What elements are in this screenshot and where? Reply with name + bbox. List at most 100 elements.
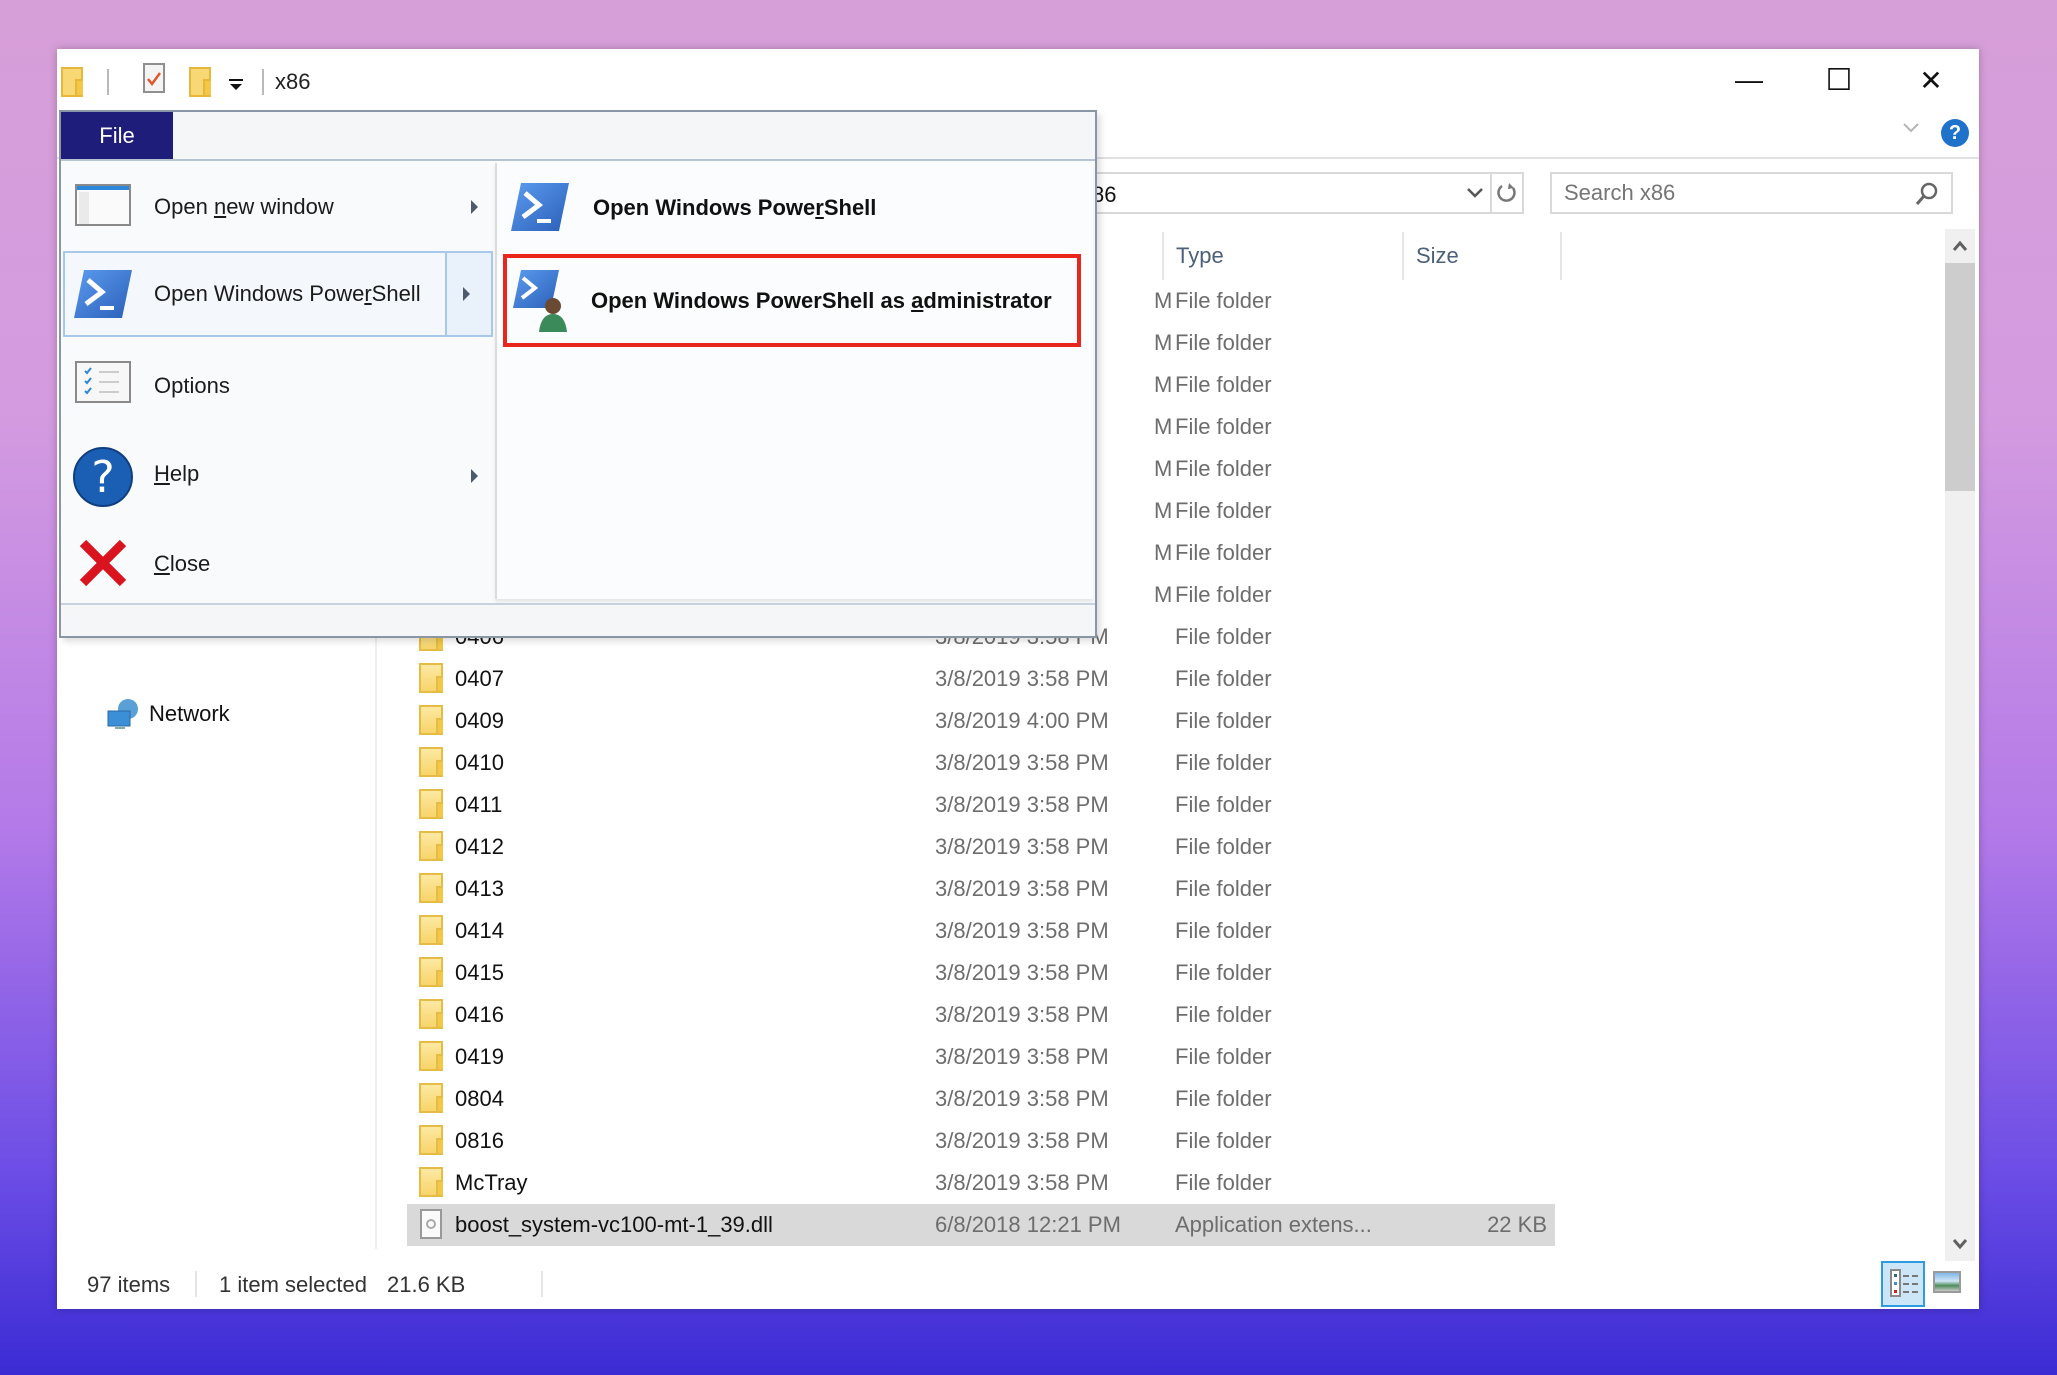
menu-item-open-new-window[interactable]: Open new window xyxy=(63,164,493,250)
folder-icon xyxy=(419,957,443,987)
file-row[interactable]: 0410 3/8/2019 3:58 PM File folder xyxy=(407,742,1555,784)
file-type: File folder xyxy=(1175,666,1272,691)
file-row[interactable]: 0816 3/8/2019 3:58 PM File folder xyxy=(407,1120,1555,1162)
ribbon-collapse-button[interactable] xyxy=(1902,121,1920,139)
column-divider[interactable] xyxy=(1560,232,1562,280)
scroll-up-button[interactable] xyxy=(1945,229,1975,263)
file-type: File folder xyxy=(1175,834,1272,859)
file-size: 22 KB xyxy=(1487,1212,1547,1237)
column-header-size[interactable]: Size xyxy=(1416,243,1459,269)
maximize-button[interactable]: ☐ xyxy=(1794,50,1884,110)
file-row[interactable]: 0412 3/8/2019 3:58 PM File folder xyxy=(407,826,1555,868)
folder-icon xyxy=(419,789,443,819)
separator xyxy=(107,69,109,95)
scroll-down-button[interactable] xyxy=(1945,1227,1975,1261)
column-divider[interactable] xyxy=(1402,232,1404,280)
file-date: M xyxy=(1154,498,1173,523)
file-row[interactable]: 0804 3/8/2019 3:58 PM File folder xyxy=(407,1078,1555,1120)
file-type: File folder xyxy=(1175,1044,1272,1069)
file-type: File folder xyxy=(1175,708,1272,733)
file-date: 3/8/2019 3:58 PM xyxy=(935,876,1109,901)
search-box[interactable] xyxy=(1550,172,1953,214)
new-folder-icon[interactable] xyxy=(189,67,211,97)
menu-item-close[interactable]: Close xyxy=(63,519,493,605)
column-header-type[interactable]: Type xyxy=(1176,243,1224,269)
menu-item-label: Help xyxy=(154,461,200,486)
submenu-item-open-powershell[interactable]: Open Windows PowerShell xyxy=(501,167,1087,247)
large-icons-view-button[interactable] xyxy=(1933,1271,1961,1293)
window-icon xyxy=(75,184,131,226)
customize-dropdown-icon[interactable] xyxy=(229,79,243,93)
folder-icon xyxy=(419,705,443,735)
file-date: 3/8/2019 3:58 PM xyxy=(935,960,1109,985)
file-date: 3/8/2019 3:58 PM xyxy=(935,1086,1109,1111)
submenu-arrow-icon xyxy=(471,200,478,214)
folder-icon xyxy=(419,915,443,945)
details-view-button[interactable] xyxy=(1881,1261,1925,1307)
file-type: File folder xyxy=(1175,624,1272,649)
file-name: 0412 xyxy=(455,834,504,859)
properties-icon[interactable] xyxy=(143,63,165,93)
submenu-arrow-icon xyxy=(463,287,470,301)
file-date: 3/8/2019 3:58 PM xyxy=(935,918,1109,943)
file-type: File folder xyxy=(1175,1086,1272,1111)
file-name: 0410 xyxy=(455,750,504,775)
scroll-thumb[interactable] xyxy=(1945,263,1975,491)
file-date: 6/8/2018 12:21 PM xyxy=(935,1212,1121,1237)
file-tab[interactable]: File xyxy=(61,112,173,159)
file-date: 3/8/2019 3:58 PM xyxy=(935,1044,1109,1069)
file-row[interactable]: boost_system-vc100-mt-1_39.dll 6/8/2018 1… xyxy=(407,1204,1555,1246)
file-type: File folder xyxy=(1175,876,1272,901)
minimize-button[interactable]: — xyxy=(1704,50,1794,110)
refresh-button[interactable] xyxy=(1494,180,1522,208)
submenu-expand-button[interactable] xyxy=(445,251,493,337)
help-button[interactable]: ? xyxy=(1941,119,1969,147)
file-name: boost_system-vc100-mt-1_39.dll xyxy=(455,1212,773,1237)
file-row[interactable]: 0419 3/8/2019 3:58 PM File folder xyxy=(407,1036,1555,1078)
address-bar[interactable]: x86 xyxy=(1057,172,1524,214)
column-divider[interactable] xyxy=(1162,232,1164,280)
file-type: File folder xyxy=(1175,540,1272,565)
submenu-arrow-icon xyxy=(471,469,478,483)
address-dropdown-button[interactable] xyxy=(1465,186,1485,202)
file-row[interactable]: McTray 3/8/2019 3:58 PM File folder xyxy=(407,1162,1555,1204)
file-row[interactable]: 0413 3/8/2019 3:58 PM File folder xyxy=(407,868,1555,910)
file-row[interactable]: 0411 3/8/2019 3:58 PM File folder xyxy=(407,784,1555,826)
powershell-icon xyxy=(74,270,132,318)
file-type: File folder xyxy=(1175,792,1272,817)
nav-item-network[interactable]: Network xyxy=(97,695,297,735)
menu-item-label: Open new window xyxy=(154,194,334,219)
file-name: 0415 xyxy=(455,960,504,985)
file-name: 0409 xyxy=(455,708,504,733)
menu-item-help[interactable]: ? Help xyxy=(63,431,493,517)
window-title: x86 xyxy=(275,69,311,94)
file-row[interactable]: 0415 3/8/2019 3:58 PM File folder xyxy=(407,952,1555,994)
close-button[interactable]: ✕ xyxy=(1886,50,1976,110)
options-icon xyxy=(75,361,131,403)
file-row[interactable]: 0409 3/8/2019 4:00 PM File folder xyxy=(407,700,1555,742)
powershell-submenu: Open Windows PowerShell Open Windows Pow… xyxy=(495,163,1093,599)
search-icon[interactable] xyxy=(1914,181,1940,207)
file-row[interactable]: 0414 3/8/2019 3:58 PM File folder xyxy=(407,910,1555,952)
menu-item-options[interactable]: Options xyxy=(63,343,493,429)
menu-item-label: Open Windows PowerShell xyxy=(154,281,421,306)
file-row[interactable]: 0416 3/8/2019 3:58 PM File folder xyxy=(407,994,1555,1036)
menu-item-label: Close xyxy=(154,550,211,576)
submenu-item-open-powershell-admin[interactable]: Open Windows PowerShell as administrator xyxy=(503,254,1081,347)
file-type: File folder xyxy=(1175,1128,1272,1153)
vertical-scrollbar[interactable] xyxy=(1945,229,1975,1261)
selection-info: 1 item selected xyxy=(219,1272,367,1297)
folder-icon xyxy=(419,747,443,777)
help-icon: ? xyxy=(73,447,133,507)
file-date: M xyxy=(1154,330,1173,355)
search-input[interactable] xyxy=(1564,178,1894,208)
file-type: File folder xyxy=(1175,330,1272,355)
file-date: 3/8/2019 3:58 PM xyxy=(935,1002,1109,1027)
ribbon-tab-strip xyxy=(173,112,1095,159)
file-name: 0804 xyxy=(455,1086,504,1111)
file-name: 0411 xyxy=(455,792,503,817)
menu-item-open-powershell[interactable]: Open Windows PowerShell xyxy=(63,251,493,337)
file-row[interactable]: 0407 3/8/2019 3:58 PM File folder xyxy=(407,658,1555,700)
powershell-icon xyxy=(511,183,569,231)
file-date: 3/8/2019 3:58 PM xyxy=(935,792,1109,817)
